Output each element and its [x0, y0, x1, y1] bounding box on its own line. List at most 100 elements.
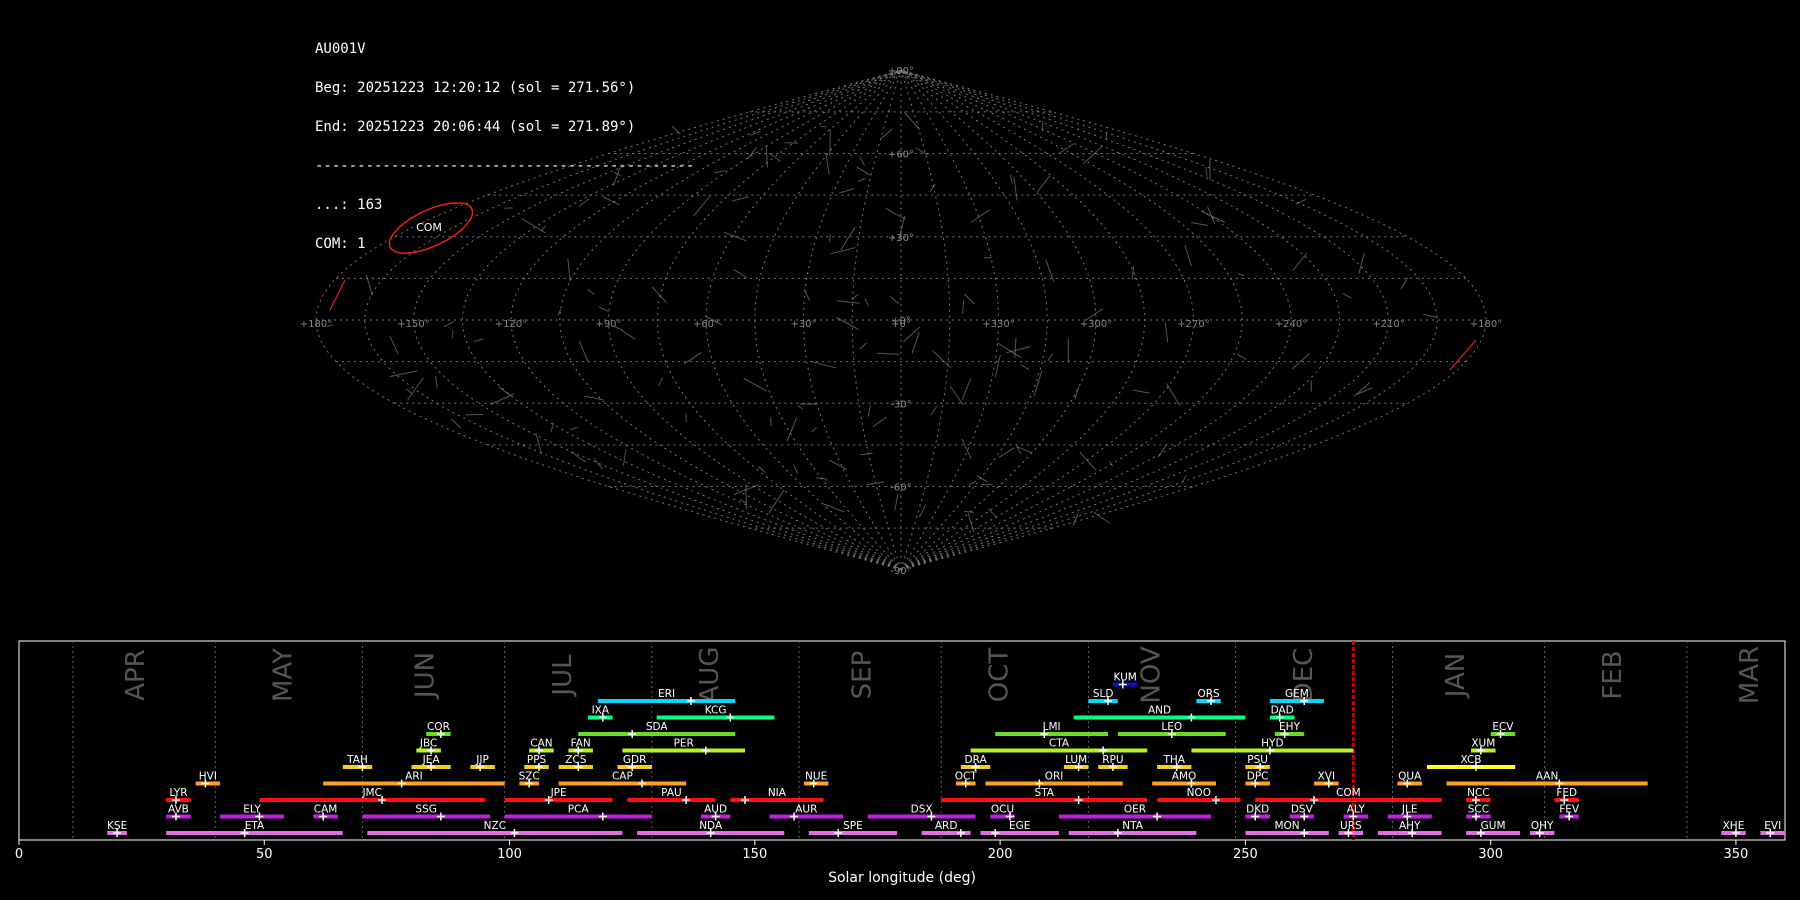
- shower-bar-xum: XUM: [1471, 738, 1496, 755]
- shower-label: NIA: [768, 787, 787, 799]
- shower-bar-kcg: KCG: [656, 705, 775, 722]
- x-tick-label: 250: [1233, 847, 1258, 862]
- meteor-trail: [929, 183, 936, 192]
- meteor-trail: [962, 300, 965, 315]
- shower-bar-cta: CTA: [970, 738, 1148, 755]
- shower-bar-dad: DAD: [1269, 705, 1295, 722]
- shower-label: DPC: [1247, 771, 1269, 783]
- shower-bar-ari: ARI: [323, 771, 505, 788]
- shower-bar-and: AND: [1073, 705, 1246, 722]
- shower-bar-pca: PCA: [504, 804, 652, 821]
- meteor-trail: [1423, 313, 1438, 319]
- shower-bar-ncc: NCC: [1466, 787, 1491, 804]
- shower-bar-nda: NDA: [637, 820, 785, 837]
- meteor-trail: [1109, 460, 1114, 467]
- shower-label: HVI: [199, 771, 217, 783]
- shower-bar-cap: CAP: [558, 771, 687, 788]
- latitude-label: +90°: [888, 66, 914, 77]
- shower-bar-gdr: GDR: [617, 754, 652, 771]
- shower-bar-ecv: ECV: [1490, 721, 1516, 738]
- shower-bar-amo: AMO: [1152, 771, 1216, 788]
- shower-label: EHY: [1279, 721, 1301, 733]
- shower-label: SPE: [843, 820, 863, 832]
- shower-bars: KUM ERI SLD ORS GEM IXA KCG AND DAD COR SDA LMI LEO E…: [107, 672, 1785, 837]
- meteor-trail: [1033, 370, 1043, 397]
- shower-label: STA: [1035, 787, 1055, 799]
- meteor-trail: [828, 459, 848, 471]
- shower-label: AMO: [1172, 771, 1197, 783]
- shower-bar-eta: ETA: [166, 820, 343, 837]
- shower-bar-psu: PSU: [1245, 754, 1270, 771]
- shower-label: ZCS: [565, 754, 587, 766]
- shower-label: LMI: [1043, 721, 1061, 733]
- meteor-trail: [903, 111, 921, 131]
- sky-map: COM +90° +60° +30° +0° -30° -60° -90° +180° +150…: [300, 66, 1502, 577]
- shower-bar-lum: LUM: [1063, 754, 1089, 771]
- meteor-trail: [825, 153, 830, 175]
- shower-label: XHE: [1723, 820, 1745, 832]
- meteor-trail: [683, 351, 702, 365]
- meteor-trail: [987, 508, 998, 519]
- meteor-trail: [1353, 382, 1370, 397]
- shower-label: XVI: [1318, 771, 1335, 783]
- shower-label: JBC: [419, 738, 437, 750]
- shower-bar-jle: JLE: [1387, 804, 1432, 821]
- shower-label: OHY: [1531, 820, 1554, 832]
- meteor-trail: [1014, 337, 1017, 359]
- shower-label: TAH: [346, 754, 368, 766]
- month-label: MAR: [1735, 646, 1765, 704]
- meteor-trail: [567, 258, 571, 281]
- shower-bar-ard: ARD: [921, 820, 971, 837]
- shower-bar-xvi: XVI: [1314, 771, 1339, 788]
- meteor-trail: [578, 340, 589, 362]
- shower-bar-can: CAN: [529, 738, 554, 755]
- shower-bar-ege: EGE: [980, 820, 1059, 837]
- shower-bar-xcb: XCB: [1426, 754, 1516, 771]
- shower-label: COR: [427, 721, 450, 733]
- shower-label: PPS: [527, 754, 547, 766]
- longitude-label: +210°: [1372, 319, 1404, 330]
- meteor-trail: [949, 385, 964, 406]
- meteor-trail: [963, 293, 976, 305]
- shower-label: ALY: [1347, 804, 1366, 816]
- shower-label: KCG: [705, 705, 727, 717]
- x-tick-label: 150: [742, 847, 767, 862]
- meteor-trail: [864, 298, 870, 307]
- meteor-trail: [749, 130, 761, 136]
- meteor-trail: [1356, 387, 1373, 395]
- meteor-trail: [740, 499, 747, 504]
- meteor-trail: [768, 489, 785, 514]
- meteor-trail: [550, 423, 555, 432]
- shower-label: DSX: [911, 804, 933, 816]
- meteor-trail: [1021, 364, 1030, 371]
- meteor-trail: [450, 418, 462, 429]
- meteor-trail: [498, 386, 512, 397]
- shower-label: PER: [674, 738, 694, 750]
- longitude-label: +90°: [595, 319, 621, 330]
- shower-label: ERI: [658, 688, 675, 700]
- longitude-label: +180°: [1470, 319, 1502, 330]
- shower-bar-pps: PPS: [524, 754, 549, 771]
- meteor-trail: [1205, 167, 1208, 177]
- longitude-label: +330°: [982, 319, 1014, 330]
- x-tick-label: 50: [256, 847, 273, 862]
- shower-label: JIP: [475, 754, 489, 766]
- shower-label: NZC: [484, 820, 506, 832]
- shower-label: JMC: [361, 787, 382, 799]
- meteor-trail: [1190, 222, 1209, 226]
- longitude-label: +180°: [300, 319, 332, 330]
- meteor-trail: [976, 475, 988, 483]
- month-label: APR: [121, 649, 151, 701]
- meteor-trail: [880, 128, 894, 139]
- latitude-label: +60°: [888, 150, 914, 161]
- meteor-trail: [793, 464, 798, 474]
- meteor-trail: [535, 433, 543, 455]
- shower-label: DKD: [1246, 804, 1269, 816]
- meteor-trail: [838, 188, 855, 194]
- meteor-trail: [569, 426, 578, 431]
- x-tick-label: 350: [1724, 847, 1749, 862]
- meteor-trail: [444, 320, 455, 328]
- meteor-trail: [743, 377, 767, 392]
- shower-timeline-chart: APR MAY JUN JUL AUG SEP OCT NOV DEC JAN FEB MAR KUM…: [15, 640, 1786, 886]
- shower-bar-sda: SDA: [578, 721, 736, 738]
